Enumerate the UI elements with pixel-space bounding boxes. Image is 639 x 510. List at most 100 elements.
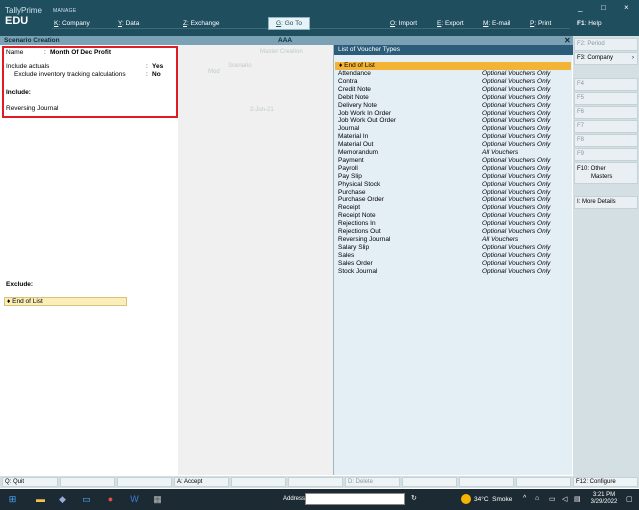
f5-button[interactable]: F5: [574, 92, 638, 105]
list-item[interactable]: Purchase Optional Vouchers Only: [334, 189, 573, 197]
f8-button[interactable]: F8: [574, 134, 638, 147]
list-item[interactable]: Memorandum All Vouchers: [334, 149, 573, 157]
voucher-type-list: List of Voucher Types ♦ End of List Atte…: [333, 45, 573, 475]
word-icon[interactable]: W: [128, 493, 141, 506]
voucher-type-scope: Optional Vouchers Only: [482, 243, 551, 251]
list-item[interactable]: Rejections In Optional Vouchers Only: [334, 220, 573, 228]
include-actuals-field[interactable]: Yes: [152, 63, 163, 70]
include-actuals-label: Include actuals: [6, 63, 50, 70]
list-item[interactable]: Payment Optional Vouchers Only: [334, 157, 573, 165]
list-item[interactable]: Rejections Out Optional Vouchers Only: [334, 228, 573, 236]
chrome-icon[interactable]: ●: [104, 493, 117, 506]
empty-button-4[interactable]: [288, 477, 343, 487]
empty-button-6[interactable]: [459, 477, 514, 487]
voucher-type-name: Rejections In: [338, 220, 376, 228]
exclude-end-of-list[interactable]: ♦ End of List: [4, 297, 127, 306]
list-item[interactable]: Credit Note Optional Vouchers Only: [334, 86, 573, 94]
menu-email[interactable]: M: E-mail: [483, 20, 510, 27]
list-item[interactable]: Receipt Note Optional Vouchers Only: [334, 212, 573, 220]
list-item[interactable]: Reversing Journal All Vouchers: [334, 236, 573, 244]
voucher-type-name: Credit Note: [338, 85, 371, 93]
list-item[interactable]: Job Work Out Order Optional Vouchers Only: [334, 117, 573, 125]
close-window-icon[interactable]: ×: [624, 3, 629, 12]
list-item[interactable]: Job Work In Order Optional Vouchers Only: [334, 110, 573, 118]
goto-button[interactable]: G: Go To: [268, 17, 310, 30]
empty-button-7[interactable]: [516, 477, 571, 487]
list-item[interactable]: Salary Slip Optional Vouchers Only: [334, 244, 573, 252]
list-item[interactable]: Stock Journal Optional Vouchers Only: [334, 268, 573, 276]
address-dropdown-icon[interactable]: ⌄: [395, 494, 401, 502]
list-item[interactable]: Purchase Order Optional Vouchers Only: [334, 196, 573, 204]
list-item-end-of-list[interactable]: ♦ End of List: [335, 62, 571, 70]
app-taskbar-icon[interactable]: ▭: [80, 493, 93, 506]
f6-button[interactable]: F6: [574, 106, 638, 119]
list-item[interactable]: Delivery Note Optional Vouchers Only: [334, 102, 573, 110]
list-item[interactable]: Attendance Optional Vouchers Only: [334, 70, 573, 78]
configure-button[interactable]: F12: Configure: [573, 477, 638, 487]
f3-company-button[interactable]: F3: Company ›: [574, 52, 638, 65]
f4-button[interactable]: F4: [574, 78, 638, 91]
list-item[interactable]: Sales Order Optional Vouchers Only: [334, 260, 573, 268]
empty-button-5[interactable]: [402, 477, 457, 487]
f2-period-button[interactable]: F2: Period: [574, 38, 638, 51]
windows-taskbar: ⊞ ▬ ◆ ▭ ● W ▦ Address ⌄ ↻ 34°C Smoke ^ ⌂…: [0, 489, 639, 510]
weather-status[interactable]: 34°C Smoke: [474, 496, 512, 503]
screen-title-bar: Scenario Creation AAA ✕: [0, 36, 573, 45]
f7-button[interactable]: F7: [574, 120, 638, 133]
list-item[interactable]: Contra Optional Vouchers Only: [334, 78, 573, 86]
list-item[interactable]: Journal Optional Vouchers Only: [334, 125, 573, 133]
list-item[interactable]: Receipt Optional Vouchers Only: [334, 204, 573, 212]
tray-chevron-icon[interactable]: ^: [523, 495, 526, 502]
minimize-icon[interactable]: _: [578, 3, 582, 12]
list-item[interactable]: Payroll Optional Vouchers Only: [334, 165, 573, 173]
voucher-type-name: Material In: [338, 133, 369, 141]
menu-import[interactable]: O: Import: [390, 20, 417, 27]
notification-icon[interactable]: ▢: [626, 495, 633, 503]
voucher-type-scope: Optional Vouchers Only: [482, 93, 551, 101]
windows-start-icon[interactable]: ⊞: [6, 493, 19, 506]
list-item[interactable]: Debit Note Optional Vouchers Only: [334, 94, 573, 102]
list-item[interactable]: Sales Optional Vouchers Only: [334, 252, 573, 260]
empty-button-3[interactable]: [231, 477, 286, 487]
voucher-type-name: Physical Stock: [338, 180, 381, 188]
tally-taskbar-icon[interactable]: ◆: [56, 493, 69, 506]
clock[interactable]: 3:21 PM 3/29/2022: [586, 492, 622, 506]
f10-other-masters-button[interactable]: F10: Other Masters: [574, 162, 638, 184]
quit-button[interactable]: Q: Quit: [2, 477, 58, 487]
file-explorer-icon[interactable]: ▬: [34, 493, 47, 506]
menu-export[interactable]: E: Export: [437, 20, 464, 27]
address-go-icon[interactable]: ↻: [411, 494, 417, 502]
menu-data[interactable]: Y: Data: [118, 20, 139, 27]
exclude-inventory-field[interactable]: No: [152, 71, 161, 78]
include-item[interactable]: Reversing Journal: [6, 105, 58, 112]
empty-button-1[interactable]: [60, 477, 115, 487]
keyboard-icon[interactable]: ▤: [574, 495, 581, 503]
menu-exchange[interactable]: Z: Exchange: [183, 20, 220, 27]
more-details-button[interactable]: I: More Details: [574, 196, 638, 209]
delete-button[interactable]: D: Delete: [345, 477, 400, 487]
list-item[interactable]: Material In Optional Vouchers Only: [334, 133, 573, 141]
close-icon[interactable]: ✕: [564, 36, 571, 45]
list-item[interactable]: Pay Slip Optional Vouchers Only: [334, 173, 573, 181]
address-input[interactable]: [305, 493, 405, 505]
battery-icon[interactable]: ▭: [549, 495, 556, 503]
accept-button[interactable]: A: Accept: [174, 477, 229, 487]
menu-help[interactable]: F1: Help: [577, 20, 602, 27]
name-field[interactable]: Month Of Dec Profit: [50, 49, 111, 56]
network-icon[interactable]: ⌂: [535, 495, 539, 502]
voucher-type-name: Purchase Order: [338, 196, 384, 204]
volume-icon[interactable]: ◁: [562, 495, 567, 503]
voucher-type-scope: Optional Vouchers Only: [482, 125, 551, 133]
menu-company[interactable]: K: Company: [54, 20, 90, 27]
background-master-panel: Master Creation Scenario Mod 2-Jun-21: [178, 45, 333, 475]
voucher-type-name: Stock Journal: [338, 267, 378, 275]
list-item[interactable]: Physical Stock Optional Vouchers Only: [334, 181, 573, 189]
empty-button-2[interactable]: [117, 477, 172, 487]
voucher-type-name: Rejections Out: [338, 228, 381, 235]
f9-button[interactable]: F9: [574, 148, 638, 161]
maximize-icon[interactable]: □: [601, 3, 606, 12]
voucher-type-scope: Optional Vouchers Only: [482, 267, 551, 275]
list-item[interactable]: Material Out Optional Vouchers Only: [334, 141, 573, 149]
menu-print[interactable]: P: Print: [530, 20, 551, 27]
app2-taskbar-icon[interactable]: ▦: [151, 493, 164, 506]
